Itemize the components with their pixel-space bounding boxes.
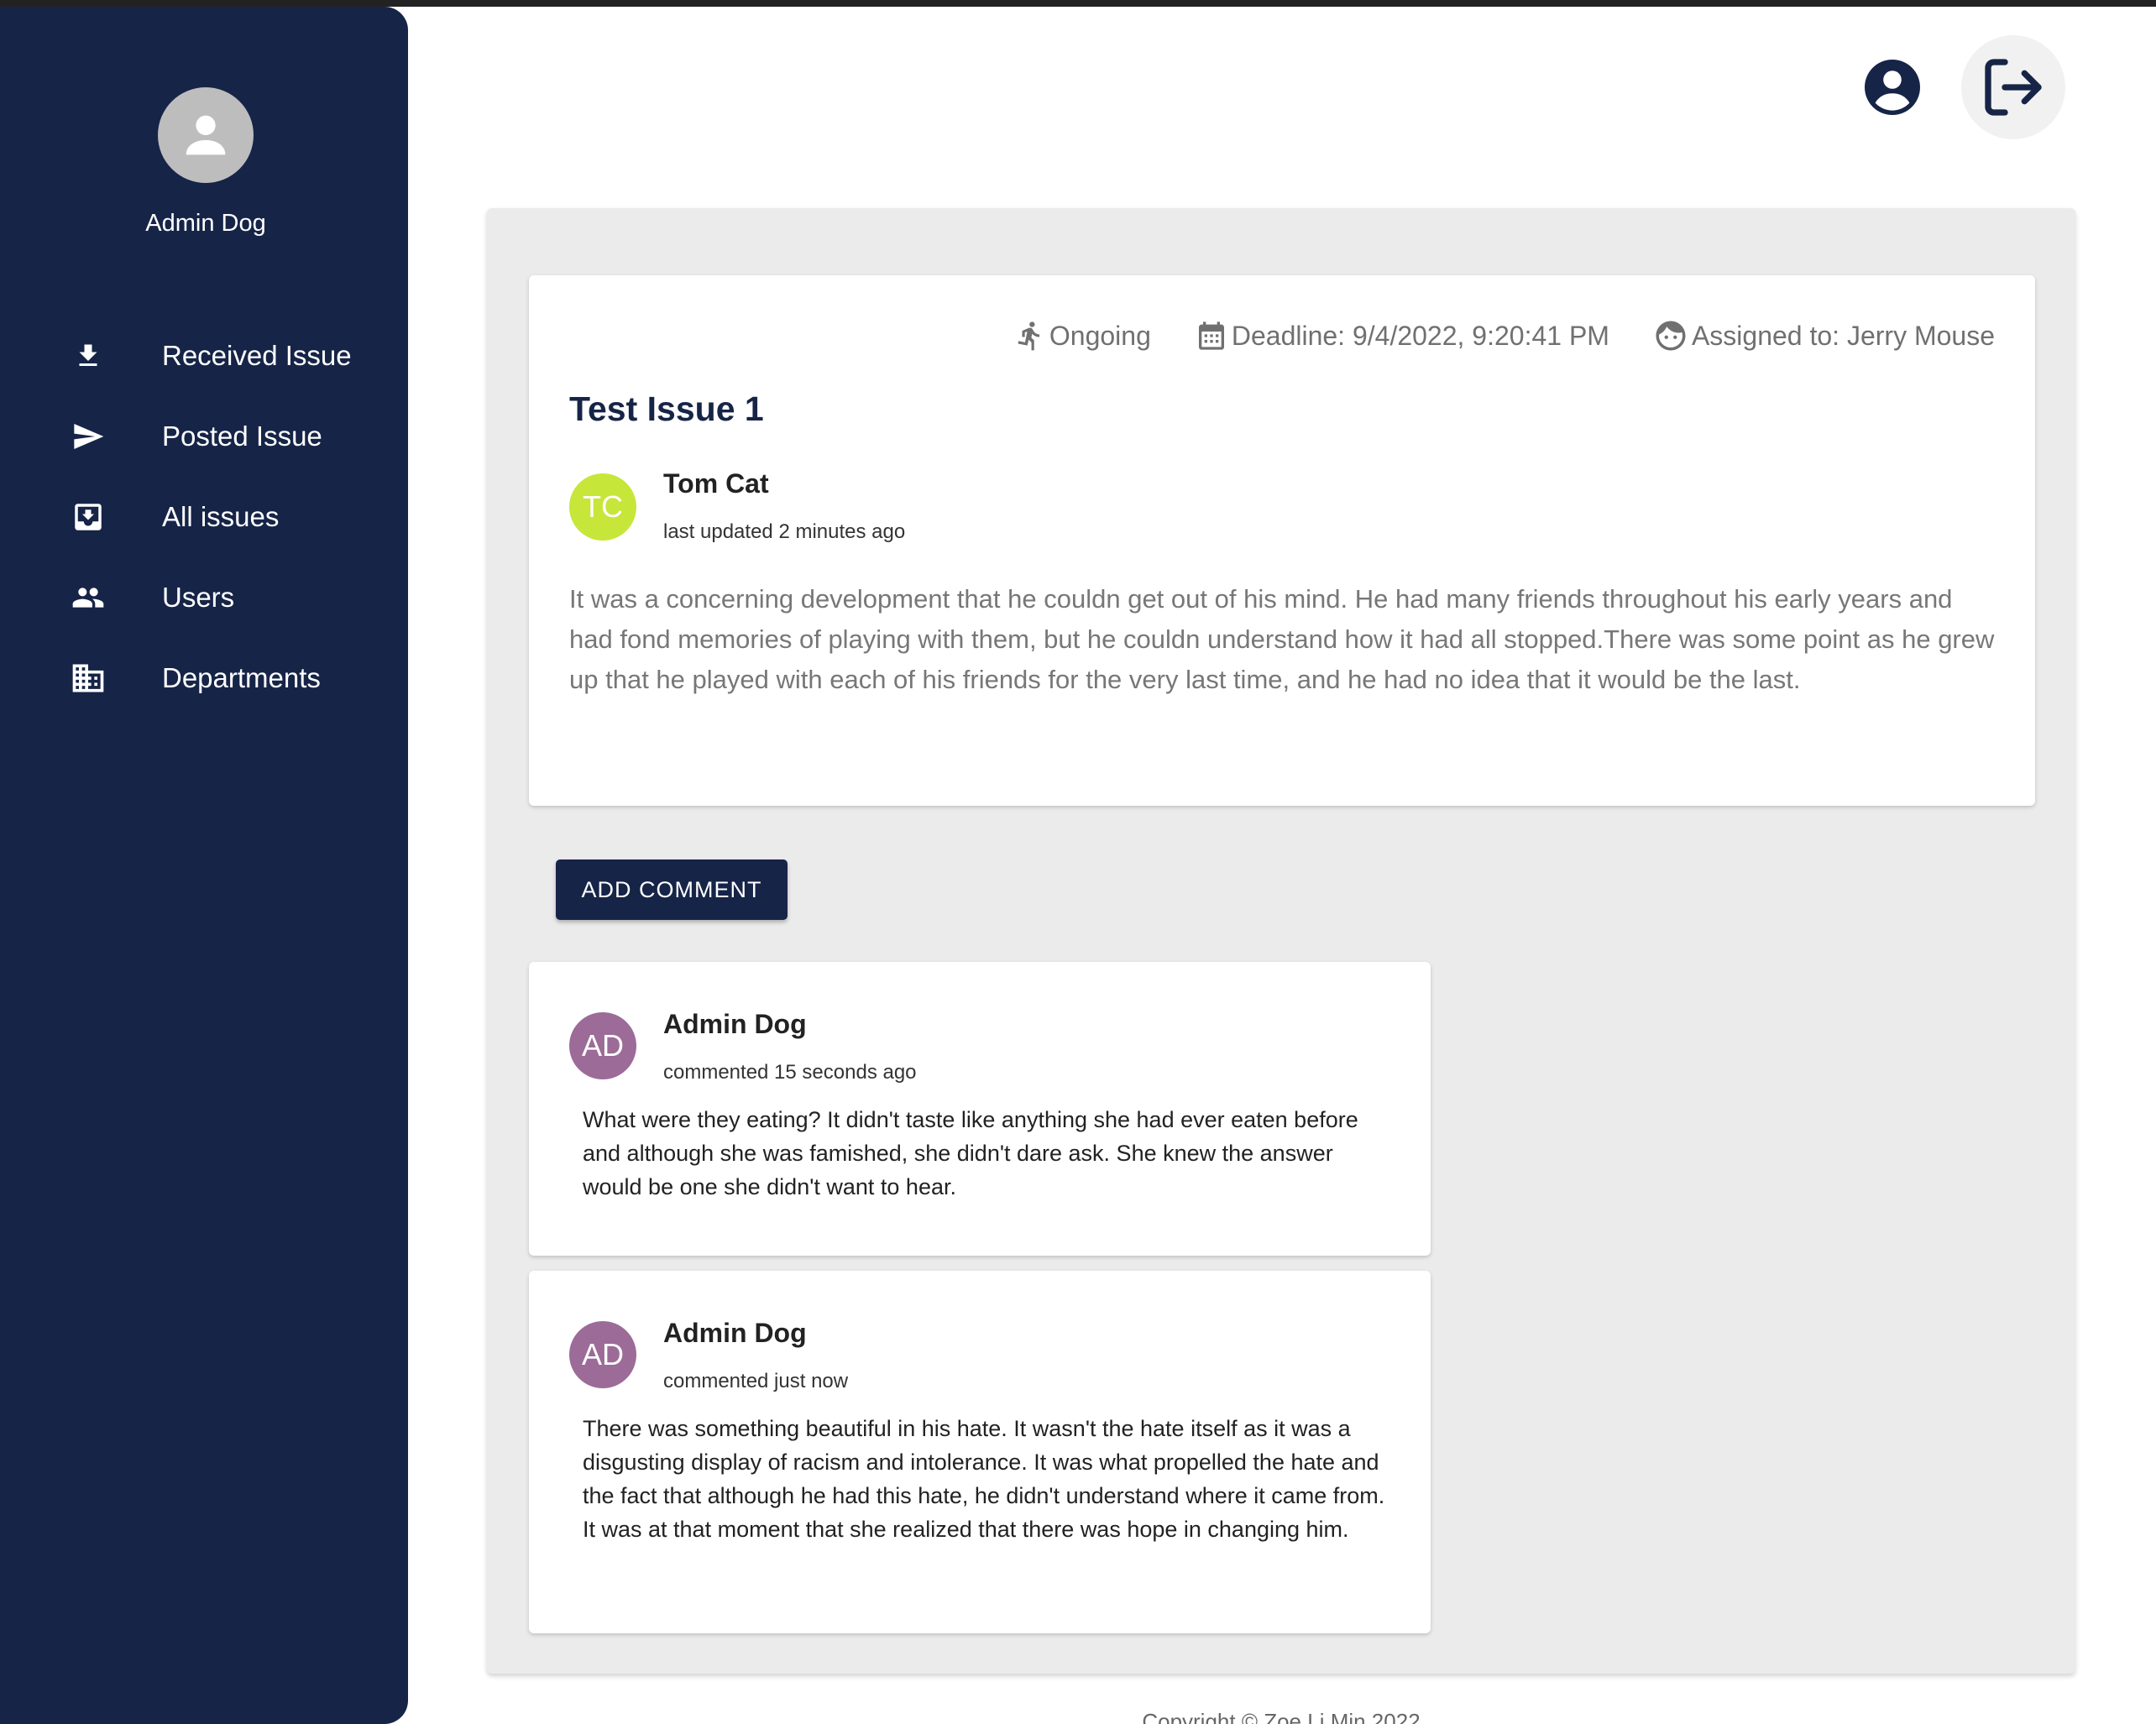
sidebar-item-label: Posted Issue bbox=[162, 421, 322, 452]
comment-card: AD Admin Dog commented 15 seconds ago Wh… bbox=[529, 962, 1431, 1256]
issue-card: Ongoing Deadline: 9/4/2022, 9:20:41 PM A… bbox=[529, 275, 2035, 806]
issue-assignee: Assigned to: Jerry Mouse bbox=[1653, 318, 1995, 353]
comment-card: AD Admin Dog commented just now There wa… bbox=[529, 1271, 1431, 1633]
account-button[interactable] bbox=[1862, 57, 1923, 118]
logout-button[interactable] bbox=[1961, 35, 2065, 139]
download-icon bbox=[63, 331, 113, 381]
inbox-icon bbox=[63, 492, 113, 542]
issue-status: Ongoing bbox=[1014, 317, 1151, 354]
commenter-avatar: AD bbox=[569, 1012, 636, 1079]
building-icon bbox=[63, 653, 113, 703]
issue-assignee-text: Assigned to: Jerry Mouse bbox=[1691, 320, 1995, 351]
commenter-name: Admin Dog bbox=[663, 1318, 807, 1348]
sidebar-item-label: Departments bbox=[162, 662, 321, 693]
profile-name: Admin Dog bbox=[145, 210, 266, 237]
window-top-border bbox=[0, 0, 2156, 7]
person-icon bbox=[186, 115, 226, 155]
issue-description: It was a concerning development that he … bbox=[569, 584, 1995, 694]
account-circle-icon bbox=[1865, 60, 1920, 115]
issue-detail-panel: Ongoing Deadline: 9/4/2022, 9:20:41 PM A… bbox=[487, 208, 2075, 1674]
calendar-icon bbox=[1198, 321, 1224, 350]
profile-avatar[interactable] bbox=[158, 87, 254, 183]
commenter-avatar: AD bbox=[569, 1321, 636, 1388]
comment-text: There was something beautiful in his hat… bbox=[583, 1416, 1385, 1542]
author-avatar: TC bbox=[569, 473, 636, 541]
author-name: Tom Cat bbox=[663, 468, 769, 499]
add-comment-button[interactable]: ADD COMMENT bbox=[556, 859, 788, 920]
sidebar: Admin Dog Received Issue Posted Issue Al… bbox=[0, 7, 408, 1724]
comment-text: What were they eating? It didn't taste l… bbox=[583, 1107, 1358, 1199]
people-icon bbox=[63, 572, 113, 623]
sidebar-item-label: Users bbox=[162, 582, 235, 613]
sidebar-item-departments[interactable]: Departments bbox=[0, 638, 408, 718]
issue-status-text: Ongoing bbox=[1049, 320, 1151, 351]
comment-timestamp: commented just now bbox=[663, 1370, 849, 1392]
last-updated: last updated 2 minutes ago bbox=[663, 520, 906, 543]
issue-deadline-text: Deadline: 9/4/2022, 9:20:41 PM bbox=[1231, 320, 1609, 351]
sidebar-item-all-issues[interactable]: All issues bbox=[0, 477, 408, 557]
issue-title: Test Issue 1 bbox=[569, 389, 764, 428]
send-icon bbox=[63, 411, 113, 462]
issue-meta: Ongoing Deadline: 9/4/2022, 9:20:41 PM A… bbox=[971, 317, 1995, 354]
sidebar-item-label: Received Issue bbox=[162, 340, 352, 371]
commenter-name: Admin Dog bbox=[663, 1009, 807, 1039]
sidebar-nav: Received Issue Posted Issue All issues U… bbox=[0, 316, 408, 718]
face-icon bbox=[1656, 321, 1686, 351]
running-icon bbox=[1018, 321, 1039, 351]
sidebar-item-users[interactable]: Users bbox=[0, 557, 408, 638]
issue-deadline: Deadline: 9/4/2022, 9:20:41 PM bbox=[1195, 318, 1609, 353]
sidebar-item-posted-issue[interactable]: Posted Issue bbox=[0, 396, 408, 477]
sidebar-item-received-issue[interactable]: Received Issue bbox=[0, 316, 408, 396]
comment-timestamp: commented 15 seconds ago bbox=[663, 1061, 917, 1084]
sidebar-item-label: All issues bbox=[162, 501, 280, 532]
logout-icon bbox=[1985, 59, 2042, 116]
footer-copyright: Copyright © Zoe Li Min 2022 bbox=[1142, 1709, 1421, 1724]
